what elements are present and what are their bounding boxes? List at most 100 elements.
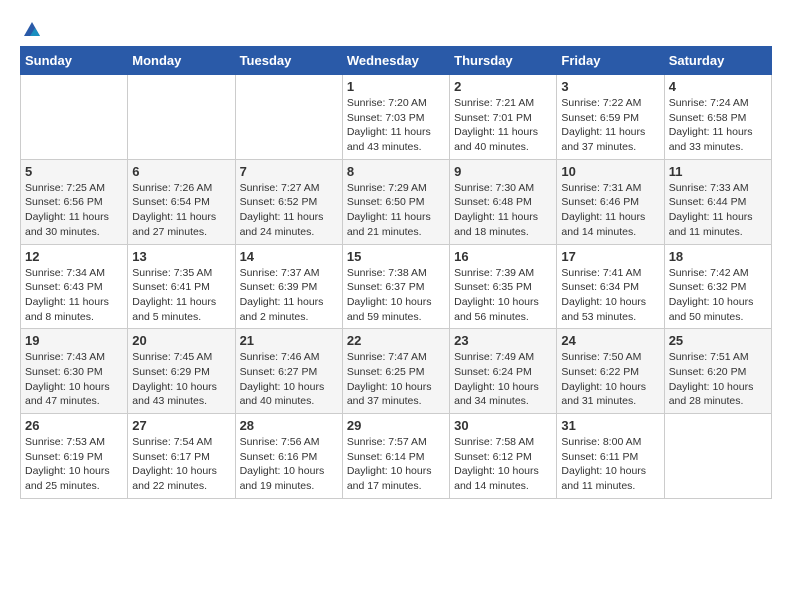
day-number: 16	[454, 249, 552, 264]
day-cell: 17 Sunrise: 7:41 AM Sunset: 6:34 PM Dayli…	[557, 244, 664, 329]
day-number: 15	[347, 249, 445, 264]
day-info: Sunrise: 7:42 AM Sunset: 6:32 PM Dayligh…	[669, 266, 767, 325]
day-cell: 25 Sunrise: 7:51 AM Sunset: 6:20 PM Dayli…	[664, 329, 771, 414]
week-row-4: 19Sunrise: 7:43 AM Sunset: 6:30 PM Dayli…	[21, 329, 772, 414]
day-number: 1	[347, 79, 445, 94]
day-info: Sunrise: 7:21 AM Sunset: 7:01 PM Dayligh…	[454, 96, 552, 155]
day-info: Sunrise: 7:57 AM Sunset: 6:14 PM Dayligh…	[347, 435, 445, 494]
weekday-header-row: SundayMondayTuesdayWednesdayThursdayFrid…	[21, 47, 772, 75]
day-cell: 7 Sunrise: 7:27 AM Sunset: 6:52 PM Daylig…	[235, 159, 342, 244]
day-cell: 9 Sunrise: 7:30 AM Sunset: 6:48 PM Daylig…	[450, 159, 557, 244]
day-number: 2	[454, 79, 552, 94]
day-cell: 11 Sunrise: 7:33 AM Sunset: 6:44 PM Dayli…	[664, 159, 771, 244]
weekday-header-saturday: Saturday	[664, 47, 771, 75]
day-info: Sunrise: 7:45 AM Sunset: 6:29 PM Dayligh…	[132, 350, 230, 409]
week-row-5: 26 Sunrise: 7:53 AM Sunset: 6:19 PM Dayli…	[21, 414, 772, 499]
day-number: 20	[132, 333, 230, 348]
day-cell: 31Sunrise: 8:00 AM Sunset: 6:11 PM Dayli…	[557, 414, 664, 499]
day-number: 26	[25, 418, 123, 433]
week-row-2: 5Sunrise: 7:25 AM Sunset: 6:56 PM Daylig…	[21, 159, 772, 244]
day-number: 29	[347, 418, 445, 433]
day-number: 11	[669, 164, 767, 179]
day-cell: 28 Sunrise: 7:56 AM Sunset: 6:16 PM Dayli…	[235, 414, 342, 499]
day-cell: 15 Sunrise: 7:38 AM Sunset: 6:37 PM Dayli…	[342, 244, 449, 329]
calendar: SundayMondayTuesdayWednesdayThursdayFrid…	[20, 46, 772, 499]
day-cell: 24 Sunrise: 7:50 AM Sunset: 6:22 PM Dayli…	[557, 329, 664, 414]
logo-icon	[22, 20, 42, 40]
day-info: Sunrise: 7:47 AM Sunset: 6:25 PM Dayligh…	[347, 350, 445, 409]
day-cell: 23 Sunrise: 7:49 AM Sunset: 6:24 PM Dayli…	[450, 329, 557, 414]
day-number: 8	[347, 164, 445, 179]
day-info: Sunrise: 7:46 AM Sunset: 6:27 PM Dayligh…	[240, 350, 338, 409]
day-number: 9	[454, 164, 552, 179]
day-number: 13	[132, 249, 230, 264]
day-info: Sunrise: 7:37 AM Sunset: 6:39 PM Dayligh…	[240, 266, 338, 325]
day-info: Sunrise: 7:27 AM Sunset: 6:52 PM Dayligh…	[240, 181, 338, 240]
day-cell: 4 Sunrise: 7:24 AM Sunset: 6:58 PM Daylig…	[664, 75, 771, 160]
day-number: 7	[240, 164, 338, 179]
day-cell: 8 Sunrise: 7:29 AM Sunset: 6:50 PM Daylig…	[342, 159, 449, 244]
day-cell: 22 Sunrise: 7:47 AM Sunset: 6:25 PM Dayli…	[342, 329, 449, 414]
weekday-header-monday: Monday	[128, 47, 235, 75]
day-cell: 20 Sunrise: 7:45 AM Sunset: 6:29 PM Dayli…	[128, 329, 235, 414]
weekday-header-tuesday: Tuesday	[235, 47, 342, 75]
day-number: 24	[561, 333, 659, 348]
day-info: Sunrise: 7:34 AM Sunset: 6:43 PM Dayligh…	[25, 266, 123, 325]
logo	[20, 20, 42, 36]
day-number: 17	[561, 249, 659, 264]
day-cell: 1Sunrise: 7:20 AM Sunset: 7:03 PM Daylig…	[342, 75, 449, 160]
weekday-header-sunday: Sunday	[21, 47, 128, 75]
day-info: Sunrise: 7:29 AM Sunset: 6:50 PM Dayligh…	[347, 181, 445, 240]
day-cell: 30 Sunrise: 7:58 AM Sunset: 6:12 PM Dayli…	[450, 414, 557, 499]
weekday-header-friday: Friday	[557, 47, 664, 75]
day-info: Sunrise: 7:58 AM Sunset: 6:12 PM Dayligh…	[454, 435, 552, 494]
header	[20, 20, 772, 36]
day-cell: 16Sunrise: 7:39 AM Sunset: 6:35 PM Dayli…	[450, 244, 557, 329]
day-number: 30	[454, 418, 552, 433]
day-cell: 14 Sunrise: 7:37 AM Sunset: 6:39 PM Dayli…	[235, 244, 342, 329]
day-cell: 6Sunrise: 7:26 AM Sunset: 6:54 PM Daylig…	[128, 159, 235, 244]
day-info: Sunrise: 7:49 AM Sunset: 6:24 PM Dayligh…	[454, 350, 552, 409]
day-cell: 10Sunrise: 7:31 AM Sunset: 6:46 PM Dayli…	[557, 159, 664, 244]
day-cell	[128, 75, 235, 160]
day-cell: 29 Sunrise: 7:57 AM Sunset: 6:14 PM Dayli…	[342, 414, 449, 499]
day-cell: 13 Sunrise: 7:35 AM Sunset: 6:41 PM Dayli…	[128, 244, 235, 329]
day-info: Sunrise: 7:22 AM Sunset: 6:59 PM Dayligh…	[561, 96, 659, 155]
day-info: Sunrise: 7:54 AM Sunset: 6:17 PM Dayligh…	[132, 435, 230, 494]
day-cell: 27Sunrise: 7:54 AM Sunset: 6:17 PM Dayli…	[128, 414, 235, 499]
week-row-3: 12 Sunrise: 7:34 AM Sunset: 6:43 PM Dayli…	[21, 244, 772, 329]
day-info: Sunrise: 7:24 AM Sunset: 6:58 PM Dayligh…	[669, 96, 767, 155]
day-info: Sunrise: 7:30 AM Sunset: 6:48 PM Dayligh…	[454, 181, 552, 240]
weekday-header-wednesday: Wednesday	[342, 47, 449, 75]
day-info: Sunrise: 7:56 AM Sunset: 6:16 PM Dayligh…	[240, 435, 338, 494]
day-info: Sunrise: 7:33 AM Sunset: 6:44 PM Dayligh…	[669, 181, 767, 240]
day-cell: 26 Sunrise: 7:53 AM Sunset: 6:19 PM Dayli…	[21, 414, 128, 499]
day-number: 4	[669, 79, 767, 94]
day-cell: 18 Sunrise: 7:42 AM Sunset: 6:32 PM Dayli…	[664, 244, 771, 329]
day-cell: 21 Sunrise: 7:46 AM Sunset: 6:27 PM Dayli…	[235, 329, 342, 414]
day-info: Sunrise: 7:50 AM Sunset: 6:22 PM Dayligh…	[561, 350, 659, 409]
day-number: 23	[454, 333, 552, 348]
week-row-1: 1Sunrise: 7:20 AM Sunset: 7:03 PM Daylig…	[21, 75, 772, 160]
day-info: Sunrise: 7:35 AM Sunset: 6:41 PM Dayligh…	[132, 266, 230, 325]
day-info: Sunrise: 7:41 AM Sunset: 6:34 PM Dayligh…	[561, 266, 659, 325]
day-number: 25	[669, 333, 767, 348]
day-number: 18	[669, 249, 767, 264]
day-number: 21	[240, 333, 338, 348]
day-number: 12	[25, 249, 123, 264]
day-info: Sunrise: 7:53 AM Sunset: 6:19 PM Dayligh…	[25, 435, 123, 494]
day-info: Sunrise: 7:43 AM Sunset: 6:30 PM Dayligh…	[25, 350, 123, 409]
weekday-header-thursday: Thursday	[450, 47, 557, 75]
day-cell: 19Sunrise: 7:43 AM Sunset: 6:30 PM Dayli…	[21, 329, 128, 414]
day-cell: 12 Sunrise: 7:34 AM Sunset: 6:43 PM Dayli…	[21, 244, 128, 329]
day-info: Sunrise: 7:51 AM Sunset: 6:20 PM Dayligh…	[669, 350, 767, 409]
day-number: 22	[347, 333, 445, 348]
day-cell: 2 Sunrise: 7:21 AM Sunset: 7:01 PM Daylig…	[450, 75, 557, 160]
day-info: Sunrise: 7:38 AM Sunset: 6:37 PM Dayligh…	[347, 266, 445, 325]
day-number: 6	[132, 164, 230, 179]
day-number: 31	[561, 418, 659, 433]
day-number: 14	[240, 249, 338, 264]
day-cell: 3Sunrise: 7:22 AM Sunset: 6:59 PM Daylig…	[557, 75, 664, 160]
day-cell	[21, 75, 128, 160]
day-number: 28	[240, 418, 338, 433]
